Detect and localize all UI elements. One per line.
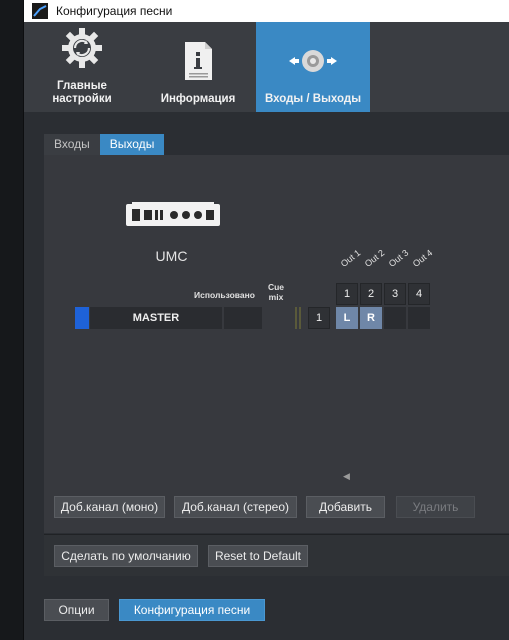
window-title: Конфигурация песни <box>56 4 173 18</box>
out-label-2: Out 2 <box>362 247 387 269</box>
channel-number: 1 <box>308 307 330 329</box>
tab-inputs-outputs-label: Входы / Выходы <box>264 93 362 105</box>
remove-button[interactable]: Удалить <box>396 496 475 518</box>
scroll-left-arrow-icon[interactable]: ◀ <box>343 471 350 482</box>
tab-main-settings-label: Главные настройки <box>52 80 112 105</box>
options-button[interactable]: Опции <box>44 599 109 621</box>
cue-mix-divider <box>295 307 297 329</box>
device-name: UMC <box>155 248 188 264</box>
out-label-4: Out 4 <box>410 247 435 269</box>
used-cell[interactable] <box>224 307 262 329</box>
tab-information-label: Информация <box>160 93 236 105</box>
out-number-1: 1 <box>336 283 358 305</box>
gear-sync-icon <box>60 22 104 74</box>
song-config-button[interactable]: Конфигурация песни <box>119 599 265 621</box>
io-subtabs: Входы Выходы <box>44 134 509 155</box>
dialog-window: Главные настройки Информация Входы / Вых… <box>24 22 509 640</box>
app-icon <box>32 3 48 19</box>
cue-mix-header: Cue mix <box>267 282 285 302</box>
title-bar: Конфигурация песни <box>24 0 509 22</box>
route-left-out1[interactable]: L <box>336 307 358 329</box>
route-cell-out3[interactable] <box>384 307 406 329</box>
used-column-header: Использовано <box>194 290 255 300</box>
io-section: Входы Выходы UMC Использовано Cue mix Ou… <box>44 134 509 592</box>
out-label-1: Out 1 <box>338 247 363 269</box>
tab-main-settings[interactable]: Главные настройки <box>24 22 140 112</box>
channel-color-marker <box>75 307 89 329</box>
add-stereo-channel-button[interactable]: Доб.канал (стерео) <box>174 496 297 518</box>
add-mono-channel-button[interactable]: Доб.канал (моно) <box>54 496 165 518</box>
route-cell-out4[interactable] <box>408 307 430 329</box>
tab-inputs[interactable]: Входы <box>44 134 100 155</box>
sidebar-strip <box>0 0 24 640</box>
add-button[interactable]: Добавить <box>306 496 385 518</box>
out-number-4: 4 <box>408 283 430 305</box>
top-tab-bar: Главные настройки Информация Входы / Вых… <box>24 22 509 112</box>
tab-outputs[interactable]: Выходы <box>99 134 165 155</box>
route-right-out2[interactable]: R <box>360 307 382 329</box>
out-number-3: 3 <box>384 283 406 305</box>
speaker-io-icon <box>287 35 339 87</box>
tab-inputs-outputs[interactable]: Входы / Выходы <box>256 22 370 112</box>
make-default-button[interactable]: Сделать по умолчанию <box>54 545 198 567</box>
tab-information[interactable]: Информация <box>140 22 256 112</box>
cue-mix-divider-2 <box>299 307 301 329</box>
out-label-3: Out 3 <box>386 247 411 269</box>
info-document-icon <box>181 35 215 87</box>
out-number-2: 2 <box>360 283 382 305</box>
audio-interface-icon <box>126 202 220 226</box>
reset-to-default-button[interactable]: Reset to Default <box>208 545 308 567</box>
default-settings-bar: Сделать по умолчанию Reset to Default <box>44 534 509 576</box>
channel-name-master[interactable]: MASTER <box>90 307 222 329</box>
outputs-panel: UMC Использовано Cue mix Out 1 Out 2 Out… <box>44 155 509 533</box>
